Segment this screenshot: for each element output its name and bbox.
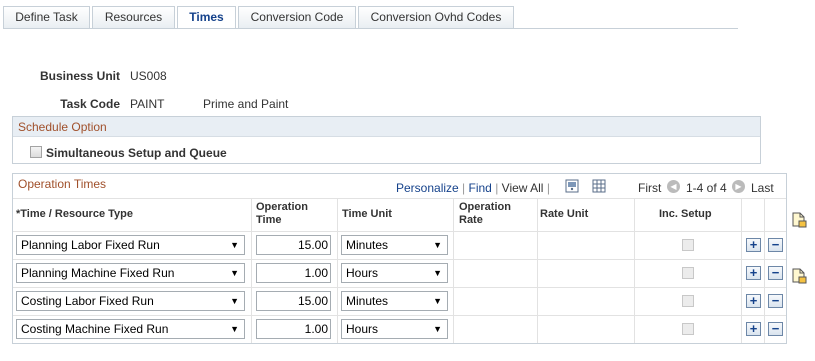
simultaneous-setup-label: Simultaneous Setup and Queue xyxy=(46,146,227,160)
time-type-select[interactable]: Planning Machine Fixed Run ▼ xyxy=(16,263,245,283)
schedule-option-group: Schedule Option Simultaneous Setup and Q… xyxy=(12,116,761,164)
delete-row-button[interactable]: − xyxy=(768,238,783,252)
time-type-select[interactable]: Planning Labor Fixed Run ▼ xyxy=(16,235,245,255)
attachment-page-icon[interactable] xyxy=(790,211,808,229)
inc-setup-checkbox[interactable] xyxy=(682,295,694,307)
add-row-button[interactable]: + xyxy=(746,294,761,308)
col-operation-rate: Operation Rate xyxy=(459,201,511,227)
delete-row-button[interactable]: − xyxy=(768,294,783,308)
chevron-down-icon: ▼ xyxy=(433,324,442,334)
time-unit-select[interactable]: Minutes ▼ xyxy=(341,291,448,311)
delete-row-button[interactable]: − xyxy=(768,322,783,336)
row-divider xyxy=(13,287,786,288)
zoom-icon[interactable] xyxy=(565,179,579,193)
col-rate-unit: Rate Unit xyxy=(540,208,589,220)
inc-setup-checkbox[interactable] xyxy=(682,239,694,251)
col-divider xyxy=(634,198,635,343)
time-type-select[interactable]: Costing Machine Fixed Run ▼ xyxy=(16,319,245,339)
nav-separator: | xyxy=(495,181,499,195)
operation-time-input[interactable]: 15.00 xyxy=(256,291,331,311)
task-code-label: Task Code xyxy=(60,97,120,111)
task-code-value: PAINT xyxy=(130,97,165,111)
next-arrow-icon[interactable]: ▶ xyxy=(732,180,745,193)
attachment-page-icon[interactable] xyxy=(790,267,808,285)
business-unit-value: US008 xyxy=(130,69,167,83)
tab-conversion-ovhd-codes[interactable]: Conversion Ovhd Codes xyxy=(358,6,514,28)
col-operation-rate-line1: Operation xyxy=(459,201,511,213)
inc-setup-checkbox[interactable] xyxy=(682,267,694,279)
operation-time-input[interactable]: 1.00 xyxy=(256,319,331,339)
chevron-down-icon: ▼ xyxy=(433,296,442,306)
row-divider xyxy=(13,315,786,316)
add-row-button[interactable]: + xyxy=(746,322,761,336)
col-divider xyxy=(537,198,538,343)
col-operation-time-line1: Operation xyxy=(256,201,308,213)
chevron-down-icon: ▼ xyxy=(230,324,239,334)
time-unit-value: Hours xyxy=(346,322,379,336)
tab-bar: Define Task Resources Times Conversion C… xyxy=(3,6,738,29)
add-row-button[interactable]: + xyxy=(746,266,761,280)
tab-define-task[interactable]: Define Task xyxy=(3,6,90,28)
nav-separator: | xyxy=(546,181,550,195)
inc-setup-checkbox[interactable] xyxy=(682,323,694,335)
col-inc-setup: Inc. Setup xyxy=(659,208,712,220)
col-time-type: *Time / Resource Type xyxy=(16,208,133,220)
col-divider xyxy=(764,198,765,343)
col-divider xyxy=(453,198,454,343)
operation-time-input[interactable]: 15.00 xyxy=(256,235,331,255)
col-operation-time-line2: Time xyxy=(256,214,282,226)
chevron-down-icon: ▼ xyxy=(230,296,239,306)
time-unit-value: Minutes xyxy=(346,238,389,252)
header-top-line xyxy=(13,198,786,199)
col-time-unit: Time Unit xyxy=(342,208,392,220)
operation-times-grid: Operation Times Personalize | Find | Vie… xyxy=(12,173,787,344)
tab-resources[interactable]: Resources xyxy=(92,6,175,28)
view-all-link[interactable]: View All xyxy=(502,181,544,195)
personalize-link[interactable]: Personalize xyxy=(396,181,459,195)
time-unit-value: Hours xyxy=(346,266,379,280)
find-link[interactable]: Find xyxy=(469,181,492,195)
row-divider xyxy=(13,231,786,232)
col-divider xyxy=(337,198,338,343)
time-unit-select[interactable]: Hours ▼ xyxy=(341,263,448,283)
chevron-down-icon: ▼ xyxy=(230,268,239,278)
chevron-down-icon: ▼ xyxy=(433,268,442,278)
simultaneous-setup-checkbox[interactable] xyxy=(30,146,42,158)
task-code-description: Prime and Paint xyxy=(203,97,289,111)
business-unit-label: Business Unit xyxy=(39,69,120,83)
time-type-value: Costing Labor Fixed Run xyxy=(21,294,154,308)
time-type-select[interactable]: Costing Labor Fixed Run ▼ xyxy=(16,291,245,311)
first-label: First xyxy=(638,181,662,195)
tab-times[interactable]: Times xyxy=(177,6,236,29)
time-unit-select[interactable]: Minutes ▼ xyxy=(341,235,448,255)
tab-baseline xyxy=(3,28,738,29)
row-divider xyxy=(13,259,786,260)
chevron-down-icon: ▼ xyxy=(433,240,442,250)
last-label: Last xyxy=(751,181,774,195)
add-row-button[interactable]: + xyxy=(746,238,761,252)
delete-row-button[interactable]: − xyxy=(768,266,783,280)
tab-conversion-code[interactable]: Conversion Code xyxy=(238,6,356,28)
prev-arrow-icon[interactable]: ◀ xyxy=(667,180,680,193)
time-type-value: Costing Machine Fixed Run xyxy=(21,322,169,336)
col-operation-rate-line2: Rate xyxy=(459,214,483,226)
time-unit-value: Minutes xyxy=(346,294,389,308)
time-type-value: Planning Machine Fixed Run xyxy=(21,266,175,280)
schedule-option-title: Schedule Option xyxy=(13,117,760,137)
time-type-value: Planning Labor Fixed Run xyxy=(21,238,160,252)
row-range: 1-4 of 4 xyxy=(686,181,727,195)
download-excel-icon[interactable] xyxy=(592,179,606,193)
time-unit-select[interactable]: Hours ▼ xyxy=(341,319,448,339)
col-divider xyxy=(251,198,252,343)
chevron-down-icon: ▼ xyxy=(230,240,239,250)
col-divider xyxy=(741,198,742,343)
col-operation-time: Operation Time xyxy=(256,201,308,227)
operation-time-input[interactable]: 1.00 xyxy=(256,263,331,283)
